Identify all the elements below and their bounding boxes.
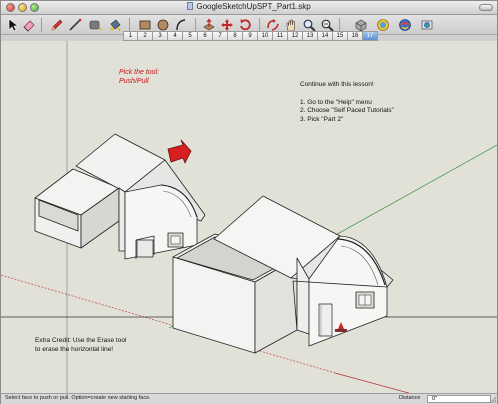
scene-tab-16[interactable]: 16 [348,31,363,41]
tape-measure-tool-icon[interactable] [87,17,103,33]
eraser-tool-icon[interactable] [21,17,37,33]
scene-tab-10[interactable]: 10 [258,31,273,41]
tool-hint-line1: Pick the tool: [119,69,160,76]
status-bar: Select face to push or pull. Option=crea… [1,393,497,404]
toolbar-toggle-button[interactable] [479,4,493,11]
window-title: GoogleSketchUpSPT_Part1.skp [1,2,497,11]
scene-tabs: 1 2 3 4 5 6 7 8 9 10 11 12 13 14 15 16 17 [123,31,378,41]
drawing-area[interactable]: Pick the tool: Push/Pull Continue with t… [1,41,497,393]
lesson-step: 2. Choose "Self Paced Tutorials" [300,107,394,114]
tool-hint-line2: Push/Pull [119,78,149,85]
extra-credit-note: Extra Credit: Use the Erase tool to eras… [35,337,126,354]
title-bar: GoogleSketchUpSPT_Part1.skp [1,1,497,15]
tool-hint: Pick the tool: Push/Pull [119,68,159,86]
scene-tab-17[interactable]: 17 [363,31,378,41]
resize-grip-icon[interactable] [490,397,496,403]
scene-tab-11[interactable]: 11 [273,31,288,41]
scene-tab-7[interactable]: 7 [213,31,228,41]
house-left [34,133,206,260]
window-title-text: GoogleSketchUpSPT_Part1.skp [196,2,311,11]
share-model-icon[interactable] [397,17,413,33]
sketchup-window: GoogleSketchUpSPT_Part1.skp 1 2 3 4 5 6 … [0,0,498,404]
push-pull-cursor-icon [167,139,192,164]
scene-tab-4[interactable]: 4 [168,31,183,41]
scene-tab-12[interactable]: 12 [288,31,303,41]
scene-tab-9[interactable]: 9 [243,31,258,41]
scene-tab-3[interactable]: 3 [153,31,168,41]
scene-tab-14[interactable]: 14 [318,31,333,41]
lesson-steps: 1. Go to the "Help" menu 2. Choose "Self… [300,99,394,125]
scene-tab-5[interactable]: 5 [183,31,198,41]
lesson-step: 1. Go to the "Help" menu [300,98,372,106]
select-tool-icon[interactable] [5,17,21,33]
scene-tab-13[interactable]: 13 [303,31,318,41]
scene-tab-8[interactable]: 8 [228,31,243,41]
status-message: Select face to push or pull. Option=crea… [5,395,151,401]
scene-tab-1[interactable]: 1 [123,31,138,41]
document-icon [187,2,194,10]
lesson-intro: Continue with this lesson! [300,81,374,88]
measurements-box[interactable]: 0" [427,395,491,403]
measurements-label: Distance [399,395,421,401]
pencil-tool-icon[interactable] [49,17,65,33]
scene-tab-2[interactable]: 2 [138,31,153,41]
lesson-instructions: Continue with this lesson! 1. Go to the … [300,81,394,124]
house-right [172,195,394,354]
red-axis-line [334,372,410,393]
google-earth-icon[interactable] [419,17,435,33]
scene-tab-6[interactable]: 6 [198,31,213,41]
line-tool-icon[interactable] [67,17,83,33]
extra-credit-line2: to erase the horizontal line! [35,345,114,353]
paint-bucket-tool-icon[interactable] [107,17,123,33]
scene-tab-15[interactable]: 15 [333,31,348,41]
extra-credit-line1: Extra Credit: Use the Erase tool [35,337,127,344]
lesson-step: 3. Pick "Part 2" [300,115,344,123]
